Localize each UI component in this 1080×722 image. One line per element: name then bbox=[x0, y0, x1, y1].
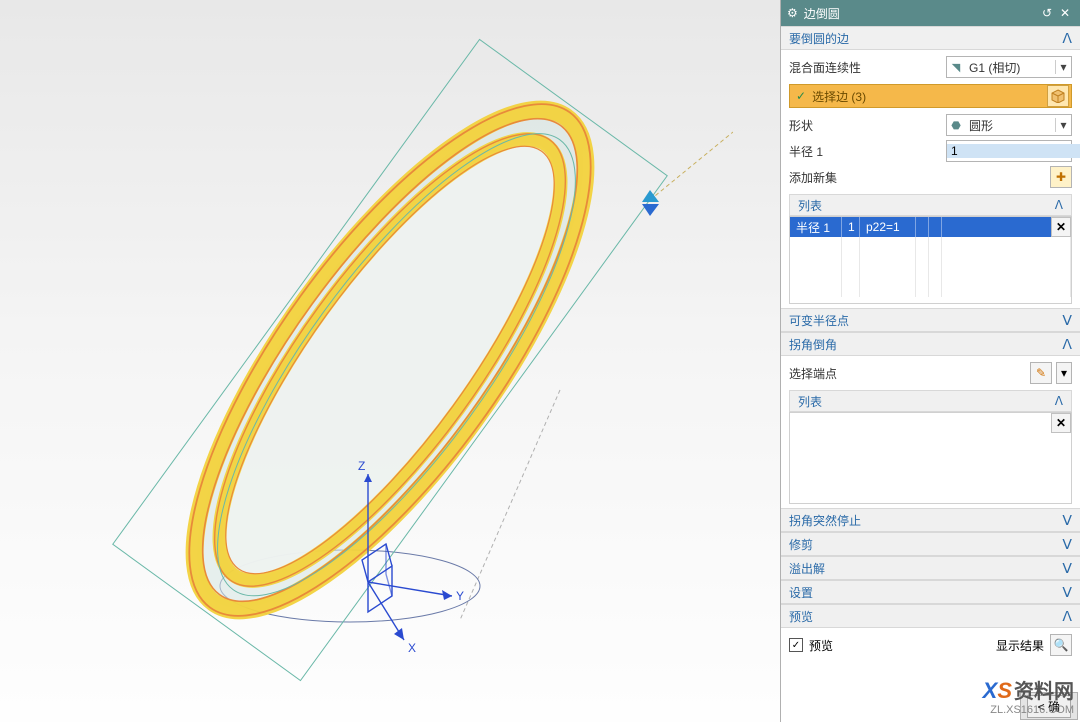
corner-listbox[interactable]: ✕ bbox=[789, 412, 1072, 504]
chevron-down-icon[interactable]: ▾ bbox=[1055, 118, 1071, 132]
chevron-down-icon[interactable]: ▾ bbox=[1055, 60, 1071, 74]
chevron-up-icon: ᐱ bbox=[1062, 30, 1072, 47]
chevron-up-icon: ᐱ bbox=[1055, 394, 1063, 408]
add-set-label: 添加新集 bbox=[789, 169, 1046, 186]
remove-set-button[interactable]: ✕ bbox=[1051, 217, 1071, 237]
remove-corner-button[interactable]: ✕ bbox=[1051, 413, 1071, 433]
section-cornerstop-header[interactable]: 拐角突然停止 ᐯ bbox=[781, 508, 1080, 532]
shape-icon: ⬣ bbox=[947, 119, 965, 132]
rss-icon: ◥ bbox=[947, 61, 965, 74]
select-edges-row[interactable]: ✓ 选择边 (3) bbox=[789, 84, 1072, 108]
radius-label: 半径 1 bbox=[789, 143, 942, 160]
section-corner-header[interactable]: 拐角倒角 ᐱ bbox=[781, 332, 1080, 356]
section-corner-body: 选择端点 ✎ ▾ 列表 ᐱ ✕ bbox=[781, 356, 1080, 508]
pipette-icon: ✎ bbox=[1036, 366, 1046, 380]
chevron-down-icon: ᐯ bbox=[1062, 312, 1072, 329]
viewport-3d[interactable]: Z Y X bbox=[0, 0, 733, 722]
continuity-combobox[interactable]: ◥ G1 (相切) ▾ bbox=[946, 56, 1072, 78]
section-preview-header[interactable]: 预览 ᐱ bbox=[781, 604, 1080, 628]
select-edges-label: 选择边 (3) bbox=[812, 88, 1045, 105]
watermark-url: ZL.XS1616.COM bbox=[990, 704, 1074, 716]
chevron-down-icon: ᐯ bbox=[1062, 560, 1072, 577]
section-preview-body: ✓ 预览 显示结果 🔍 bbox=[781, 628, 1080, 662]
chevron-down-icon: ᐯ bbox=[1062, 536, 1072, 553]
axis-y-label: Y bbox=[456, 589, 464, 603]
radius-field[interactable] bbox=[947, 144, 1080, 158]
axis-x-label: X bbox=[408, 641, 416, 655]
edges-list-header[interactable]: 列表 ᐱ bbox=[789, 194, 1072, 216]
shape-label: 形状 bbox=[789, 117, 942, 134]
add-set-button[interactable]: ✚ bbox=[1050, 166, 1072, 188]
show-result-label: 显示结果 bbox=[996, 637, 1044, 654]
close-icon[interactable]: ✕ bbox=[1056, 6, 1074, 20]
continuity-label: 混合面连续性 bbox=[789, 59, 942, 76]
panel-titlebar[interactable]: ⚙ 边倒圆 ↺ ✕ bbox=[781, 0, 1080, 26]
gear-icon[interactable]: ⚙ bbox=[787, 6, 798, 20]
list-item[interactable]: 半径 1 1 p22=1 bbox=[790, 217, 1071, 237]
reset-icon[interactable]: ↺ bbox=[1038, 6, 1056, 20]
radius-input[interactable]: mm ▾ bbox=[946, 140, 1072, 162]
chevron-up-icon: ᐱ bbox=[1062, 608, 1072, 625]
pick-endpoint-button[interactable]: ✎ bbox=[1030, 362, 1052, 384]
preview-checkbox[interactable]: ✓ bbox=[789, 638, 803, 652]
check-icon: ✓ bbox=[796, 89, 806, 103]
shape-combobox[interactable]: ⬣ 圆形 ▾ bbox=[946, 114, 1072, 136]
endpoint-options-button[interactable]: ▾ bbox=[1056, 362, 1072, 384]
chevron-down-icon: ᐯ bbox=[1062, 584, 1072, 601]
section-overflow-header[interactable]: 溢出解 ᐯ bbox=[781, 556, 1080, 580]
section-varpoints-header[interactable]: 可变半径点 ᐯ bbox=[781, 308, 1080, 332]
show-result-button[interactable]: 🔍 bbox=[1050, 634, 1072, 656]
chevron-down-icon: ▾ bbox=[1061, 366, 1067, 380]
chevron-down-icon: ᐯ bbox=[1062, 512, 1072, 529]
section-edges-body: 混合面连续性 ◥ G1 (相切) ▾ ✓ 选择边 (3) 形状 ⬣ 圆形 ▾ 半… bbox=[781, 50, 1080, 308]
panel-title: 边倒圆 bbox=[804, 5, 1038, 22]
watermark: XS资料网 ZL.XS1616.COM bbox=[983, 675, 1074, 716]
list-item[interactable] bbox=[790, 237, 1071, 257]
magnifier-icon: 🔍 bbox=[1054, 638, 1069, 652]
preview-label: 预览 bbox=[809, 637, 990, 654]
edge-blend-panel: ⚙ 边倒圆 ↺ ✕ 要倒圆的边 ᐱ 混合面连续性 ◥ G1 (相切) ▾ ✓ 选… bbox=[780, 0, 1080, 722]
section-settings-header[interactable]: 设置 ᐯ bbox=[781, 580, 1080, 604]
section-trim-header[interactable]: 修剪 ᐯ bbox=[781, 532, 1080, 556]
axis-z-label: Z bbox=[358, 459, 365, 473]
chevron-up-icon: ᐱ bbox=[1055, 198, 1063, 212]
radius-set-listbox[interactable]: 半径 1 1 p22=1 ✕ bbox=[789, 216, 1072, 304]
section-edges-header[interactable]: 要倒圆的边 ᐱ bbox=[781, 26, 1080, 50]
endpoint-label: 选择端点 bbox=[789, 365, 1026, 382]
plus-icon: ✚ bbox=[1056, 170, 1066, 184]
select-scope-button[interactable] bbox=[1047, 85, 1069, 107]
list-item[interactable] bbox=[790, 257, 1071, 277]
list-item[interactable] bbox=[790, 277, 1071, 297]
chevron-up-icon: ᐱ bbox=[1062, 336, 1072, 353]
corner-list-header[interactable]: 列表 ᐱ bbox=[789, 390, 1072, 412]
